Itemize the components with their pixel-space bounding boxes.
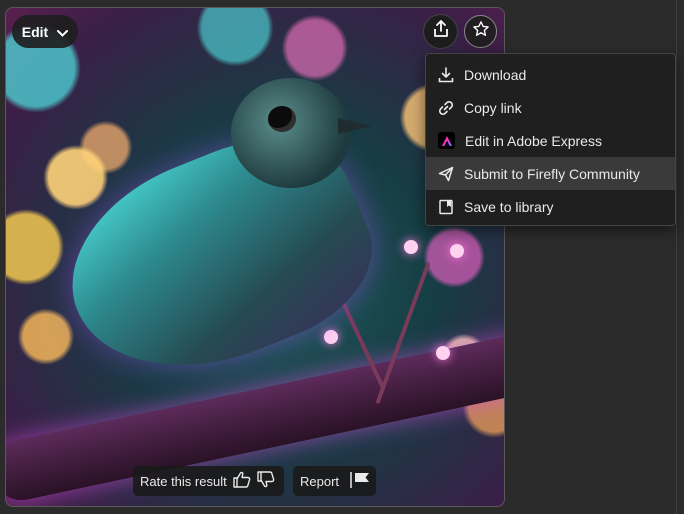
adobe-express-icon — [438, 132, 455, 149]
thumbs-down-button[interactable] — [257, 471, 275, 491]
share-button[interactable] — [424, 15, 457, 48]
chevron-down-icon — [57, 24, 69, 40]
image-bead — [404, 240, 418, 254]
report-button[interactable]: Report — [293, 466, 376, 496]
send-icon — [438, 166, 454, 182]
edit-button[interactable]: Edit — [12, 15, 78, 48]
menu-item-label: Copy link — [464, 99, 522, 116]
report-label: Report — [300, 473, 340, 489]
flag-icon — [349, 471, 371, 492]
link-icon — [438, 100, 454, 116]
download-icon — [438, 66, 454, 83]
favorite-button[interactable] — [464, 15, 497, 48]
menu-item-edit-in-adobe-express[interactable]: Edit in Adobe Express — [426, 124, 675, 157]
menu-item-copy-link[interactable]: Copy link — [426, 91, 675, 124]
share-menu: Download Copy link Edit in Adobe Express… — [425, 53, 676, 226]
menu-item-label: Submit to Firefly Community — [464, 165, 640, 182]
image-bird-head — [231, 78, 351, 188]
menu-item-label: Save to library — [464, 198, 554, 215]
image-bead — [450, 244, 464, 258]
thumbs-up-button[interactable] — [233, 471, 251, 491]
thumbs-down-icon — [257, 471, 275, 491]
panel-divider — [676, 0, 677, 514]
image-bead — [324, 330, 338, 344]
star-icon — [472, 20, 490, 43]
menu-item-submit-to-firefly-community[interactable]: Submit to Firefly Community — [426, 157, 675, 190]
thumbs-up-icon — [233, 471, 251, 491]
library-icon — [438, 199, 454, 215]
edit-button-label: Edit — [21, 23, 49, 40]
menu-item-save-to-library[interactable]: Save to library — [426, 190, 675, 223]
rate-result-label: Rate this result — [140, 473, 227, 489]
image-bird-beak — [338, 118, 372, 134]
rate-result-bar: Rate this result — [133, 466, 284, 496]
menu-item-label: Download — [464, 66, 527, 83]
image-bead — [436, 346, 450, 360]
menu-item-download[interactable]: Download — [426, 58, 675, 91]
share-icon — [433, 20, 449, 43]
image-bird-eye — [268, 106, 296, 132]
menu-item-label: Edit in Adobe Express — [465, 132, 602, 149]
